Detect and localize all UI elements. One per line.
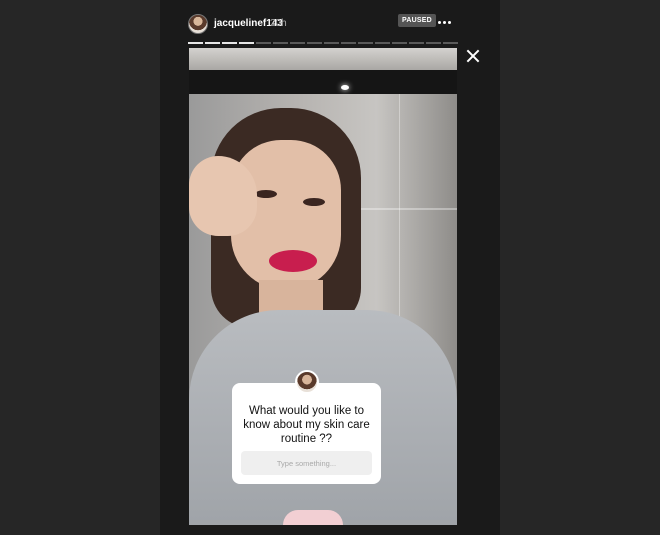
progress-segment <box>222 42 237 44</box>
ceiling-beam <box>189 70 457 94</box>
progress-segment <box>426 42 441 44</box>
question-prompt: What would you like to know about my ski… <box>243 405 370 445</box>
sticker-avatar <box>295 370 319 394</box>
progress-segment <box>239 42 254 44</box>
lips <box>269 250 317 272</box>
left-eye <box>255 190 277 198</box>
profile-avatar[interactable] <box>188 14 208 34</box>
progress-segment <box>358 42 373 44</box>
progress-segment <box>392 42 407 44</box>
more-options-icon[interactable] <box>438 15 452 29</box>
progress-segment <box>409 42 424 44</box>
progress-segment <box>341 42 356 44</box>
progress-segment <box>188 42 203 44</box>
close-icon[interactable] <box>466 49 480 63</box>
progress-segment <box>273 42 288 44</box>
story-header: jacquelinef143 20h PAUSED <box>188 14 458 36</box>
progress-segment <box>290 42 305 44</box>
question-answer-input[interactable] <box>241 451 372 475</box>
post-time: 20h <box>270 18 287 29</box>
progress-segment <box>256 42 271 44</box>
hand <box>189 156 257 236</box>
progress-segment <box>324 42 339 44</box>
right-eye <box>303 198 325 206</box>
progress-segment <box>205 42 220 44</box>
question-sticker[interactable]: What would you like to know about my ski… <box>232 370 381 484</box>
paused-badge: PAUSED <box>398 14 436 27</box>
progress-segment <box>443 42 458 44</box>
cream-jar <box>283 510 343 525</box>
story-progress-bar <box>188 42 458 44</box>
progress-segment <box>375 42 390 44</box>
progress-segment <box>307 42 322 44</box>
ceiling <box>189 48 457 70</box>
ceiling-light <box>341 85 349 90</box>
